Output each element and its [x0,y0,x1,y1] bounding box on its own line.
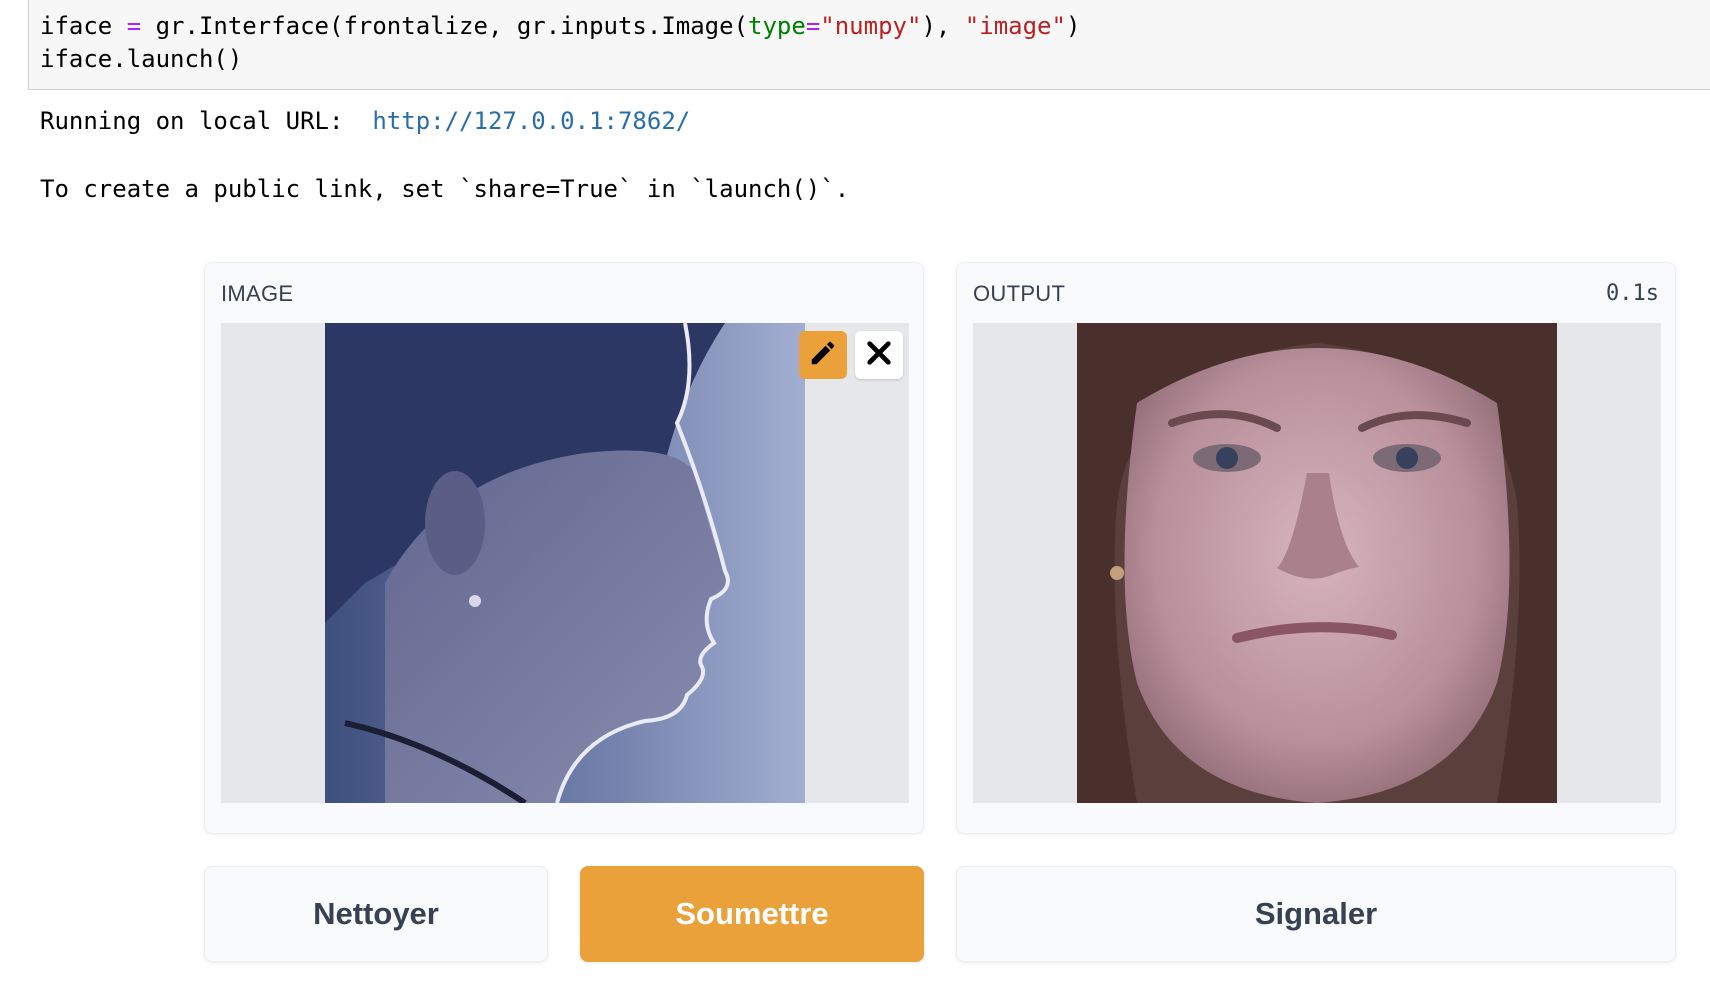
code-line-1: iface = gr.Interface(frontalize, gr.inpu… [40,10,1080,42]
code-line-2: iface.launch() [40,45,243,73]
code-cell[interactable]: iface = gr.Interface(frontalize, gr.inpu… [28,0,1710,90]
code-string: "image" [964,12,1066,40]
pencil-icon [808,338,838,373]
inference-time: 0.1s [1606,281,1659,306]
input-profile-photo [325,323,805,803]
clear-image-button[interactable] [855,331,903,379]
code-token: ), [921,12,965,40]
output-panel-label: OUTPUT [973,281,1066,306]
clear-button[interactable]: Nettoyer [204,866,548,962]
code-token: iface [40,12,127,40]
code-operator: = [805,12,821,40]
output-url-line: Running on local URL: http://127.0.0.1:7… [40,105,690,137]
output-frontal-photo [1077,323,1557,803]
input-panel-label: IMAGE [221,281,294,306]
output-image-panel: OUTPUT 0.1s [956,262,1676,834]
output-image-area [973,323,1661,803]
local-url-link[interactable]: http://127.0.0.1:7862/ [372,107,690,135]
code-operator: = [126,12,142,40]
submit-button[interactable]: Soumettre [580,866,924,962]
edit-image-button[interactable] [799,331,847,379]
flag-button[interactable]: Signaler [956,866,1676,962]
output-share-hint: To create a public link, set `share=True… [40,175,850,203]
input-image-panel: IMAGE [204,262,924,834]
code-string: "numpy" [820,12,922,40]
close-icon [865,339,893,372]
output-url-prefix: Running on local URL: [40,107,373,135]
code-token: ) [1065,12,1081,40]
input-image-area[interactable] [221,323,909,803]
code-token: gr.Interface(frontalize, gr.inputs.Image… [141,12,749,40]
code-keyword: type [748,12,806,40]
